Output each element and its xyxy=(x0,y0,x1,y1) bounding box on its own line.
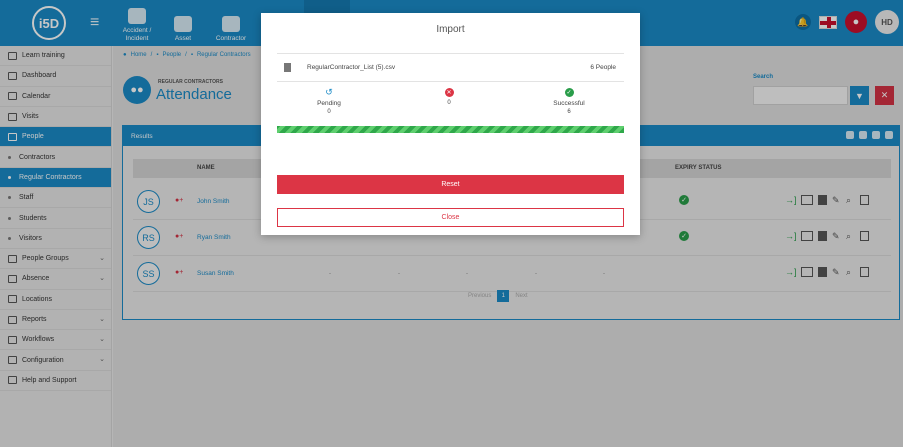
import-progress-bar xyxy=(277,126,624,133)
stat-failed: ✕ 0 xyxy=(419,88,479,106)
file-icon xyxy=(284,63,291,72)
stat-successful: ✓ Successful 6 xyxy=(539,88,599,115)
stat-failed-value: 0 xyxy=(447,100,451,106)
error-icon: ✕ xyxy=(444,88,454,97)
divider xyxy=(277,81,624,82)
stat-pending-label: Pending xyxy=(317,100,341,107)
stat-successful-value: 6 xyxy=(567,109,571,115)
import-file-name: RegularContractor_List (5).csv xyxy=(307,64,396,71)
stat-pending-value: 0 xyxy=(327,109,331,115)
import-modal: Import RegularContractor_List (5).csv 6 … xyxy=(261,13,640,235)
history-icon: ↺ xyxy=(325,87,333,97)
modal-title: Import xyxy=(436,24,465,35)
divider xyxy=(277,53,624,54)
import-progress-fill xyxy=(277,126,624,133)
check-icon: ✓ xyxy=(564,88,574,97)
close-button[interactable]: Close xyxy=(277,208,624,227)
stat-successful-label: Successful xyxy=(553,100,585,107)
stat-pending: ↺ Pending 0 xyxy=(299,87,359,115)
import-file-count: 6 People xyxy=(590,64,616,71)
reset-button[interactable]: Reset xyxy=(277,175,624,194)
